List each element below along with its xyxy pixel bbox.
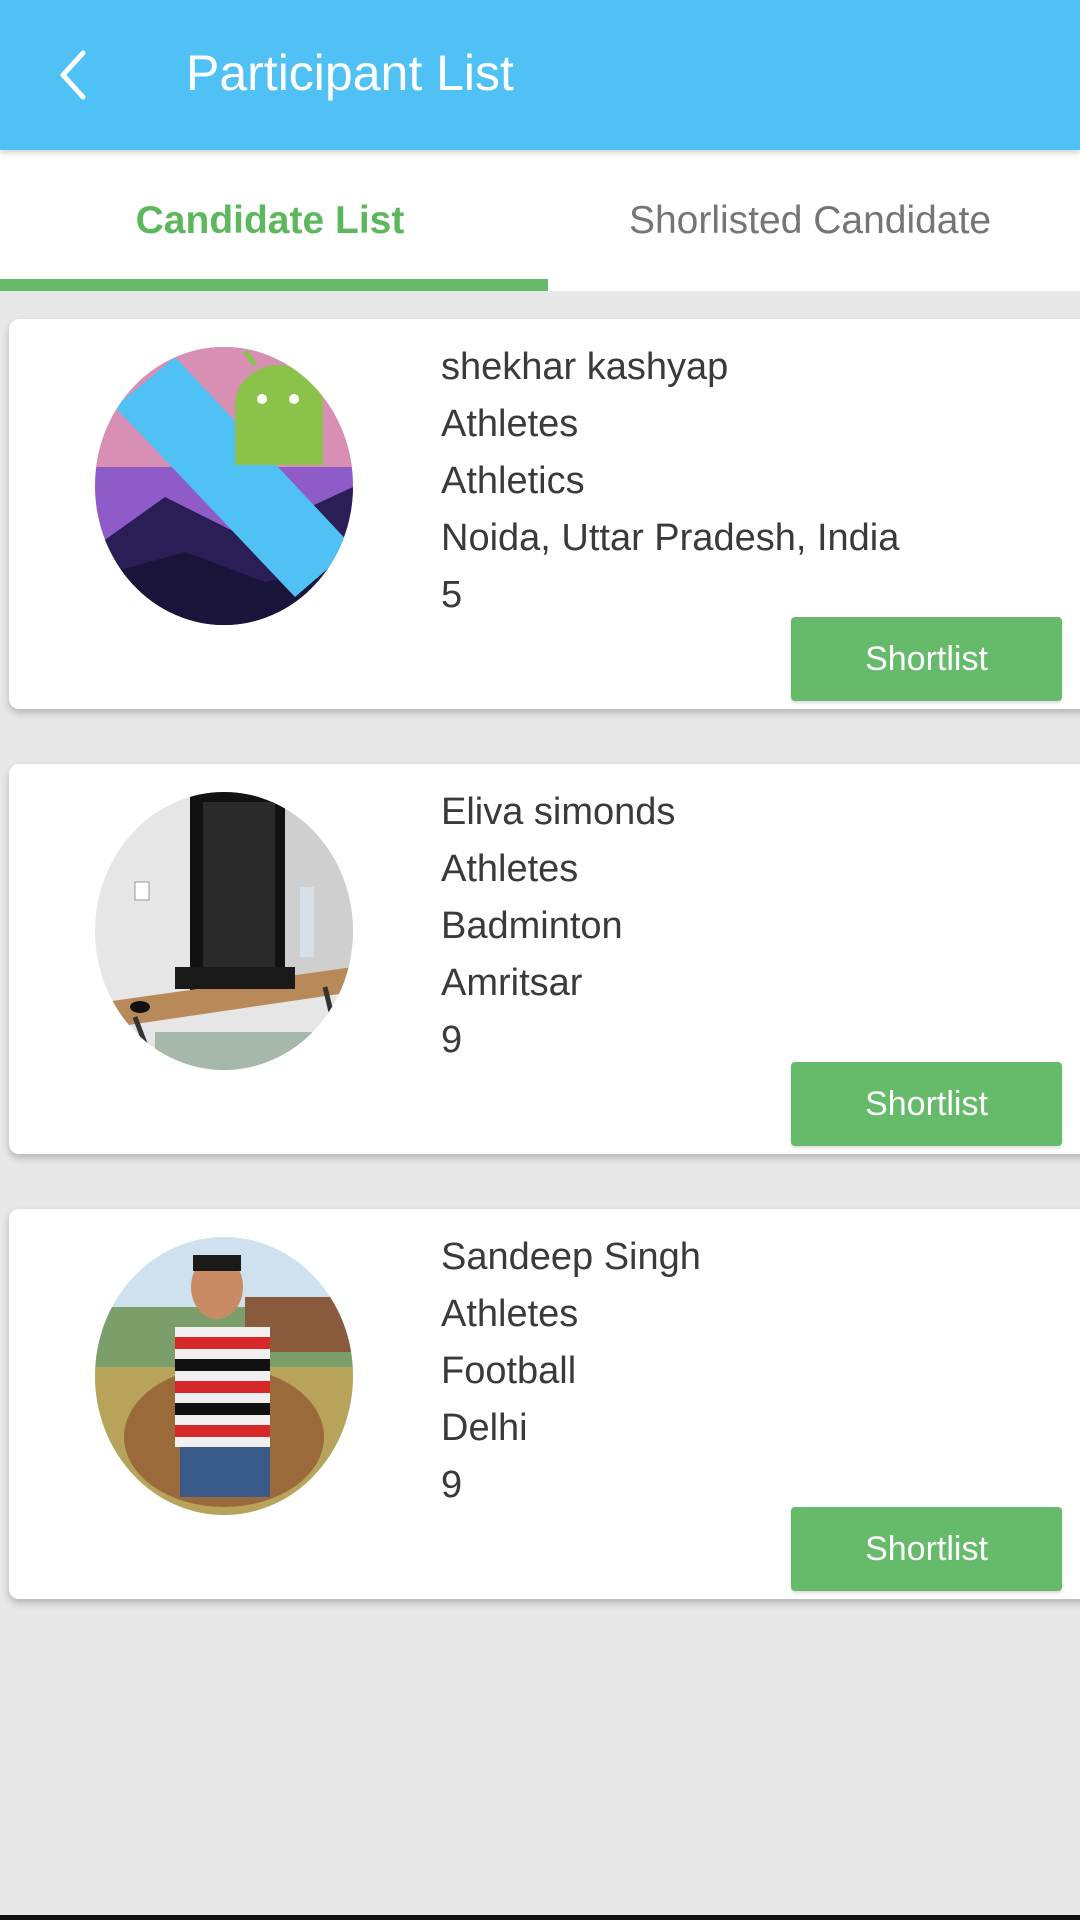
candidate-category: Athletes: [441, 403, 579, 445]
shortlist-button[interactable]: Shortlist: [791, 1062, 1062, 1146]
room-desk-avatar-image: [95, 792, 353, 1070]
system-nav-strip: [0, 1915, 1080, 1920]
candidate-category: Athletes: [441, 1293, 579, 1335]
candidate-number: 5: [441, 574, 463, 616]
candidate-name: shekhar kashyap: [441, 346, 729, 388]
candidate-card: shekhar kashyap Athletes Athletics Noida…: [9, 319, 1080, 709]
shortlist-button[interactable]: Shortlist: [791, 617, 1062, 701]
android-nougat-avatar-image: [95, 347, 353, 625]
candidate-sport: Athletics: [441, 460, 585, 502]
candidate-name: Sandeep Singh: [441, 1236, 701, 1278]
candidate-card: Eliva simonds Athletes Badminton Amritsa…: [9, 764, 1080, 1154]
candidate-sport: Football: [441, 1350, 577, 1392]
candidate-location: Amritsar: [441, 962, 583, 1004]
tab-candidate-list[interactable]: Candidate List: [0, 150, 548, 291]
candidate-location: Noida, Uttar Pradesh, India: [441, 517, 900, 559]
avatar: [95, 1237, 353, 1515]
candidate-info: Eliva simonds Athletes Badminton Amritsa…: [441, 784, 675, 1069]
candidate-sport: Badminton: [441, 905, 623, 947]
tab-label: Shorlisted Candidate: [628, 198, 992, 242]
candidate-number: 9: [441, 1464, 463, 1506]
back-button[interactable]: [38, 40, 108, 110]
person-photo-avatar-image: [95, 1237, 353, 1515]
candidate-number: 9: [441, 1019, 463, 1061]
candidate-name: Eliva simonds: [441, 791, 676, 833]
tab-shortlisted-candidate[interactable]: Shorlisted Candidate: [540, 150, 1080, 291]
shortlist-button[interactable]: Shortlist: [791, 1507, 1062, 1591]
tab-label: Candidate List: [135, 198, 405, 242]
app-bar: Participant List: [0, 0, 1080, 150]
tab-bar: Candidate List Shorlisted Candidate: [0, 150, 1080, 291]
tab-indicator: [0, 279, 548, 291]
candidate-category: Athletes: [441, 848, 579, 890]
candidate-location: Delhi: [441, 1407, 528, 1449]
page-title: Participant List: [186, 45, 514, 101]
chevron-left-icon: [60, 50, 86, 100]
avatar: [95, 792, 353, 1070]
avatar: [95, 347, 353, 625]
candidate-info: shekhar kashyap Athletes Athletics Noida…: [441, 339, 899, 624]
candidate-info: Sandeep Singh Athletes Football Delhi 9: [441, 1229, 701, 1514]
candidate-card: Sandeep Singh Athletes Football Delhi 9 …: [9, 1209, 1080, 1599]
